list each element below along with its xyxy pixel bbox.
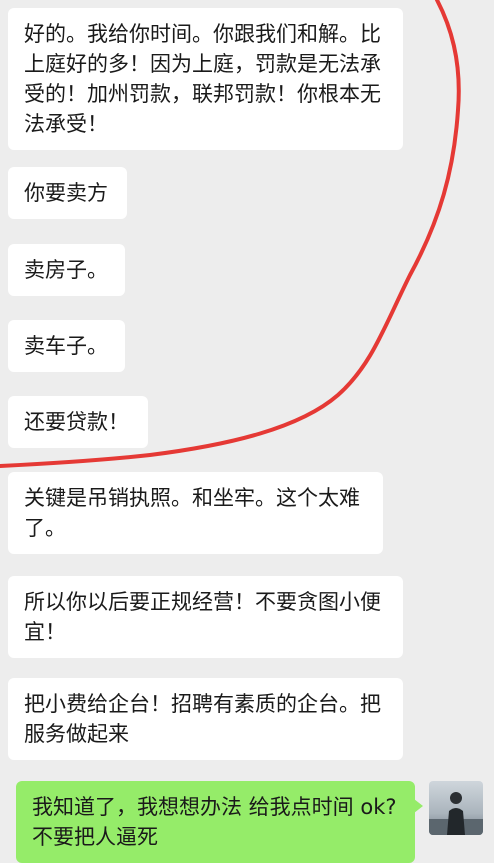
message-text: 还要贷款！ — [24, 410, 129, 434]
message-text: 卖房子。 — [24, 258, 108, 282]
message-text: 所以你以后要正规经营！不要贪图小便宜！ — [24, 590, 381, 644]
message-text: 卖车子。 — [24, 334, 108, 358]
message-bubble-incoming[interactable]: 卖房子。 — [8, 244, 125, 296]
message-bubble-incoming[interactable]: 你要卖方 — [8, 167, 127, 219]
message-text: 你要卖方 — [24, 181, 108, 205]
message-bubble-incoming[interactable]: 关键是吊销执照。和坐牢。这个太难了。 — [8, 472, 383, 554]
message-bubble-incoming[interactable]: 好的。我给你时间。你跟我们和解。比上庭好的多！因为上庭，罚款是无法承受的！加州罚… — [8, 8, 403, 150]
message-text: 把小费给企台！招聘有素质的企台。把服务做起来 — [24, 692, 381, 746]
message-text: 关键是吊销执照。和坐牢。这个太难了。 — [24, 486, 360, 540]
avatar-photo-icon — [429, 781, 483, 835]
message-text: 我知道了，我想想办法 给我点时间 ok? 不要把人逼死 — [32, 795, 397, 849]
message-bubble-incoming[interactable]: 所以你以后要正规经营！不要贪图小便宜！ — [8, 576, 403, 658]
user-avatar[interactable] — [429, 781, 483, 835]
message-bubble-incoming[interactable]: 卖车子。 — [8, 320, 125, 372]
message-bubble-incoming[interactable]: 把小费给企台！招聘有素质的企台。把服务做起来 — [8, 678, 403, 760]
message-bubble-incoming[interactable]: 还要贷款！ — [8, 396, 148, 448]
message-text: 好的。我给你时间。你跟我们和解。比上庭好的多！因为上庭，罚款是无法承受的！加州罚… — [24, 22, 381, 136]
message-bubble-outgoing[interactable]: 我知道了，我想想办法 给我点时间 ok? 不要把人逼死 — [16, 781, 423, 863]
